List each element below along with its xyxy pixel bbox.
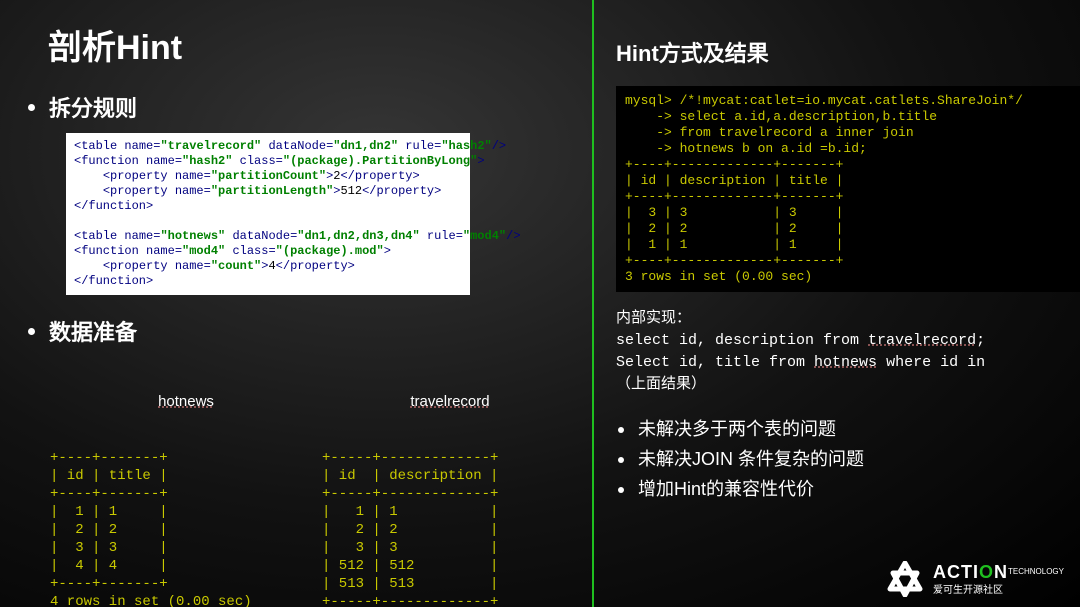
mysql-terminal: mysql> /*!mycat:catlet=io.mycat.catlets.…	[616, 86, 1080, 292]
issue-bullets: 未解决多于两个表的问题 未解决JOIN 条件复杂的问题 增加Hint的兼容性代价	[616, 414, 1080, 504]
rules-heading: 拆分规则	[28, 91, 578, 123]
travelrecord-label: travelrecord	[322, 393, 578, 411]
logo-icon	[887, 561, 923, 597]
bullet-icon	[618, 487, 624, 493]
logo-line1: ACTIONTECHNOLOGY	[933, 563, 1064, 581]
hotnews-table: +----+-------+ | id | title | +----+----…	[50, 449, 322, 607]
left-column: 剖析Hint 拆分规则 <table name="travelrecord" d…	[0, 0, 592, 607]
tables-row: hotnews +----+-------+ | id | title | +-…	[50, 357, 578, 607]
bullet-item: 未解决JOIN 条件复杂的问题	[616, 444, 1080, 474]
slide: 剖析Hint 拆分规则 <table name="travelrecord" d…	[0, 0, 1080, 607]
travelrecord-table-wrap: travelrecord +-----+-------------+ | id …	[322, 357, 578, 607]
hotnews-table-wrap: hotnews +----+-------+ | id | title | +-…	[50, 357, 322, 607]
right-column: Hint方式及结果 mysql> /*!mycat:catlet=io.myca…	[594, 0, 1080, 607]
internal-impl: 内部实现： select id, description from travel…	[616, 308, 1080, 396]
hotnews-label: hotnews	[50, 393, 322, 411]
bullet-item: 增加Hint的兼容性代价	[616, 474, 1080, 504]
data-heading: 数据准备	[28, 315, 578, 347]
travelrecord-table: +-----+-------------+ | id | description…	[322, 449, 578, 607]
bullet-icon	[618, 457, 624, 463]
slide-title: 剖析Hint	[48, 20, 578, 69]
logo-text: ACTIONTECHNOLOGY 爱可生开源社区	[933, 563, 1064, 596]
action-logo: ACTIONTECHNOLOGY 爱可生开源社区	[887, 561, 1064, 597]
bullet-icon	[28, 104, 35, 111]
logo-line2: 爱可生开源社区	[933, 581, 1064, 596]
bullet-item: 未解决多于两个表的问题	[616, 414, 1080, 444]
bullet-icon	[28, 328, 35, 335]
right-heading: Hint方式及结果	[616, 36, 1080, 68]
xml-config-box: <table name="travelrecord" dataNode="dn1…	[66, 133, 470, 295]
bullet-icon	[618, 427, 624, 433]
